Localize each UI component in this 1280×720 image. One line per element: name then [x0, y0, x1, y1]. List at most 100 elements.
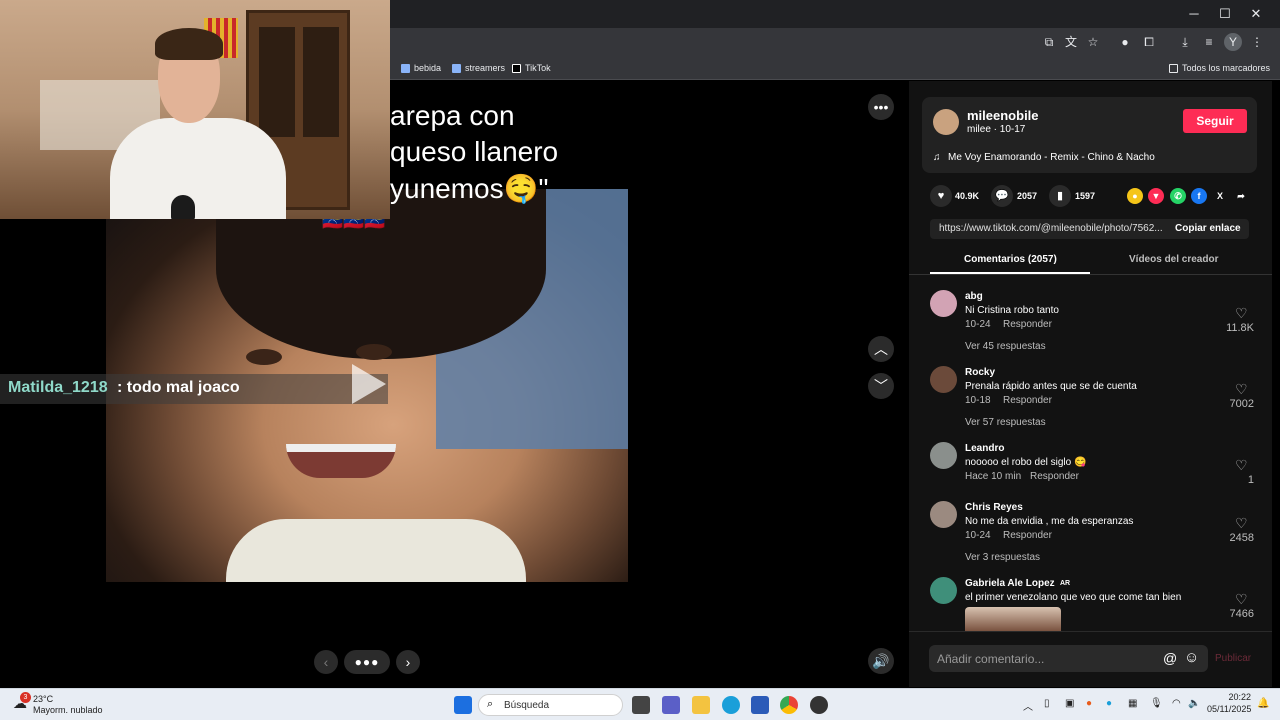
- comment-image[interactable]: [965, 607, 1061, 631]
- comment-date: 10-24: [965, 319, 991, 330]
- notification-bell-icon[interactable]: 🔔: [1257, 698, 1269, 709]
- comment-avatar[interactable]: [930, 501, 957, 528]
- comment-username[interactable]: Rocky: [965, 367, 995, 378]
- comment-username[interactable]: Leandro: [965, 443, 1004, 454]
- cabinet-glass: [303, 27, 339, 137]
- usb-icon[interactable]: ▯: [1044, 698, 1050, 709]
- teams-icon[interactable]: [662, 696, 680, 714]
- play-icon[interactable]: [352, 364, 386, 404]
- reply-button[interactable]: Responder: [1003, 395, 1052, 406]
- maximize-icon[interactable]: ☐: [1210, 4, 1240, 24]
- whatsapp-icon[interactable]: ✆: [1170, 188, 1186, 204]
- tab-active-indicator: [930, 272, 1090, 274]
- creator-username[interactable]: mileenobile: [967, 108, 1039, 123]
- comment-like-icon[interactable]: ♡: [1235, 381, 1248, 398]
- app-tray-icon[interactable]: ●: [1086, 698, 1092, 709]
- emoji-icon[interactable]: ☺: [1184, 649, 1199, 666]
- obs-icon[interactable]: [810, 696, 828, 714]
- next-photo-icon[interactable]: ›: [396, 650, 420, 674]
- publish-button[interactable]: Publicar: [1215, 653, 1251, 664]
- comment-avatar[interactable]: [930, 366, 957, 393]
- reply-button[interactable]: Responder: [1030, 471, 1079, 482]
- tray-overflow-icon[interactable]: ︿: [1023, 698, 1033, 713]
- app-tray-icon-2[interactable]: ▦: [1128, 698, 1137, 709]
- bookmark-star-icon[interactable]: ☆: [1084, 33, 1102, 51]
- menu-icon[interactable]: ⋮: [1248, 33, 1266, 51]
- media-controls-icon[interactable]: ≡: [1200, 33, 1218, 51]
- tiktok-icon: [512, 63, 521, 73]
- comment-text: el primer venezolano que veo que come ta…: [965, 592, 1182, 603]
- share-arrow-icon[interactable]: ➦: [1233, 188, 1249, 204]
- clock-date[interactable]: 05/11/2025: [1207, 704, 1251, 714]
- comment-avatar[interactable]: [930, 290, 957, 317]
- post-link[interactable]: https://www.tiktok.com/@mileenobile/phot…: [939, 223, 1163, 234]
- bookmark-tiktok[interactable]: TikTok: [512, 61, 551, 75]
- all-bookmarks[interactable]: Todos los marcadores: [1169, 61, 1270, 75]
- translate-icon[interactable]: 文: [1062, 33, 1080, 51]
- next-video-icon[interactable]: ﹀: [868, 373, 894, 399]
- bookmark-streamers[interactable]: streamers: [452, 61, 505, 75]
- share-coin-icon[interactable]: ●: [1127, 188, 1143, 204]
- share-send-icon[interactable]: ▼: [1148, 188, 1164, 204]
- comment-avatar[interactable]: [930, 442, 957, 469]
- comment-username[interactable]: Gabriela Ale Lopez: [965, 578, 1055, 589]
- wifi-icon[interactable]: ◠: [1172, 698, 1181, 709]
- scrollbar[interactable]: [1272, 81, 1280, 687]
- install-app-icon[interactable]: ⧉: [1040, 33, 1058, 51]
- close-icon[interactable]: ✕: [1241, 4, 1271, 24]
- speaker-icon[interactable]: 🔈: [1188, 698, 1200, 709]
- follow-button[interactable]: Seguir: [1183, 109, 1247, 133]
- teams-tray-icon[interactable]: ▣: [1065, 698, 1074, 709]
- more-options-icon[interactable]: •••: [868, 94, 894, 120]
- cloud-tray-icon[interactable]: ●: [1106, 698, 1112, 709]
- comment-like-icon[interactable]: ♡: [1235, 591, 1248, 608]
- extension-color-icon[interactable]: ●: [1116, 33, 1134, 51]
- reply-button[interactable]: Responder: [1003, 530, 1052, 541]
- comment-like-icon[interactable]: ♡: [1235, 457, 1248, 474]
- start-icon[interactable]: [454, 696, 472, 714]
- reply-button[interactable]: Responder: [1003, 319, 1052, 330]
- chrome-icon[interactable]: [780, 696, 798, 714]
- comment-username[interactable]: abg: [965, 291, 983, 302]
- comment-like-icon[interactable]: ♡: [1235, 305, 1248, 322]
- volume-icon[interactable]: 🔊: [868, 648, 894, 674]
- previous-video-icon[interactable]: ︿: [868, 336, 894, 362]
- stream-chat-message: Matilda_1218 : todo mal joaco: [0, 374, 388, 404]
- task-view-icon[interactable]: [632, 696, 650, 714]
- view-replies[interactable]: Ver 3 respuestas: [965, 552, 1040, 563]
- eye-right: [356, 344, 392, 360]
- tab-creator-videos[interactable]: Vídeos del creador: [1129, 254, 1218, 265]
- view-replies[interactable]: Ver 57 respuestas: [965, 417, 1046, 428]
- facebook-icon[interactable]: f: [1191, 188, 1207, 204]
- creator-avatar[interactable]: [933, 109, 959, 135]
- like-icon[interactable]: ♥: [930, 185, 952, 207]
- prev-photo-icon[interactable]: ‹: [314, 650, 338, 674]
- tab-comments[interactable]: Comentarios (2057): [964, 254, 1057, 265]
- minimize-icon[interactable]: ─: [1179, 4, 1209, 24]
- taskbar-search[interactable]: ⌕ Búsqueda: [478, 694, 623, 716]
- microphone-tray-icon[interactable]: 🎙: [1150, 698, 1163, 709]
- edge-icon[interactable]: [722, 696, 740, 714]
- copy-link-button[interactable]: Copiar enlace: [1175, 223, 1241, 234]
- profile-avatar[interactable]: Y: [1224, 33, 1242, 51]
- x-icon[interactable]: X: [1212, 188, 1228, 204]
- comment-like-icon[interactable]: ♡: [1235, 515, 1248, 532]
- clock-time[interactable]: 20:22: [1213, 692, 1251, 702]
- comment-username[interactable]: Chris Reyes: [965, 502, 1023, 513]
- music-title[interactable]: Me Voy Enamorando - Remix - Chino & Nach…: [948, 152, 1155, 163]
- extensions-icon[interactable]: ⧠: [1140, 33, 1158, 51]
- file-explorer-icon[interactable]: [692, 696, 710, 714]
- mention-icon[interactable]: @: [1163, 650, 1177, 666]
- creator-subline: milee · 10-17: [967, 124, 1026, 135]
- comment-date: Hace 10 min: [965, 471, 1022, 482]
- store-icon[interactable]: [751, 696, 769, 714]
- download-icon[interactable]: ⤓: [1176, 33, 1194, 51]
- streamer-body: [110, 118, 286, 219]
- comment-date: 10-18: [965, 395, 991, 406]
- save-icon[interactable]: ▮: [1049, 185, 1071, 207]
- comment-icon[interactable]: 💬: [991, 185, 1013, 207]
- comment-avatar[interactable]: [930, 577, 957, 604]
- view-replies[interactable]: Ver 45 respuestas: [965, 341, 1046, 352]
- weather-desc: Mayorm. nublado: [33, 705, 103, 715]
- bookmark-bebida[interactable]: bebida: [401, 61, 441, 75]
